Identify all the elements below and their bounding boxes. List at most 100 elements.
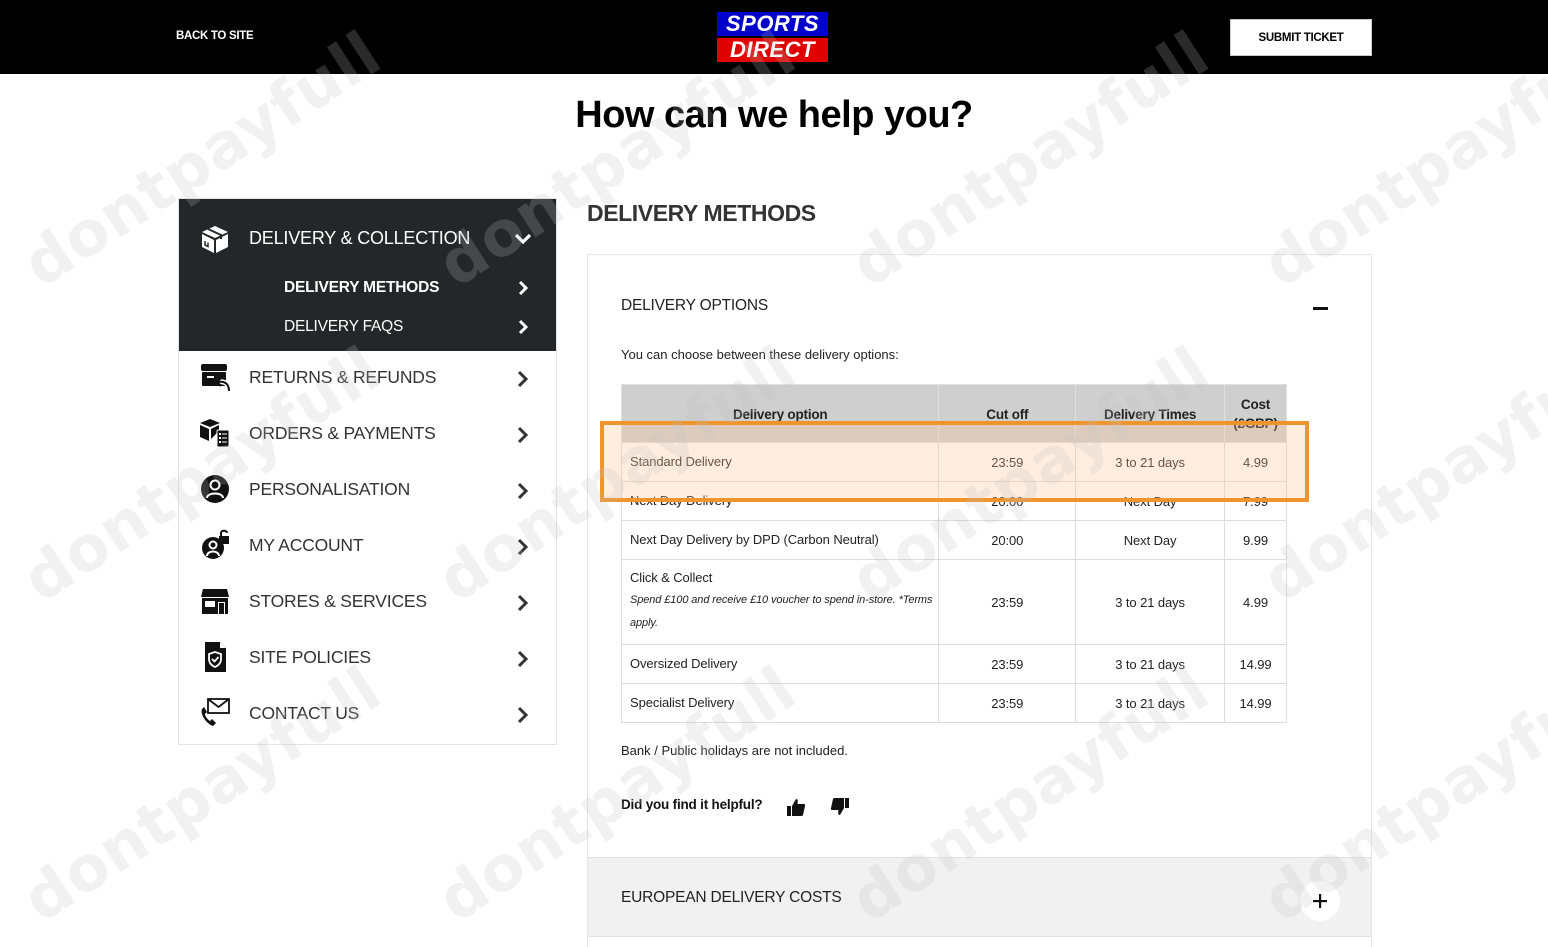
header-cost: Cost (£GBP) [1224,384,1287,443]
sports-direct-logo[interactable]: SPORTS DIRECT [717,12,828,62]
sidebar-item-my-account[interactable]: MY ACCOUNT [179,519,556,571]
cell-cost: 4.99 [1224,559,1287,645]
sidebar-item-site-policies[interactable]: SITE POLICIES [179,631,556,683]
table-row: Standard Delivery 23:59 3 to 21 days 4.99 [620,442,1287,482]
sidebar-subitem-label: DELIVERY METHODS [284,279,440,296]
cell-delivery-times: 3 to 21 days [1075,559,1225,645]
option-note: Spend £100 and receive £10 voucher to sp… [630,594,933,629]
cell-cut-off: 20:00 [938,481,1077,521]
sidebar-item-label: PERSONALISATION [249,479,411,499]
option-name: Click & Collect [630,570,713,585]
cell-delivery-times: Next Day [1075,481,1225,521]
cell-delivery-option: Click & Collect Spend £100 and receive £1… [620,559,940,645]
sidebar-item-delivery-collection[interactable]: DELIVERY & COLLECTION [179,217,556,261]
cell-delivery-option: Standard Delivery [620,442,940,482]
bank-holiday-note: Bank / Public holidays are not included. [621,743,848,758]
sidebar-item-returns-refunds[interactable]: RETURNS & REFUNDS [179,351,556,403]
sidebar-subitem-delivery-methods[interactable]: DELIVERY METHODS [179,271,556,305]
table-row: Specialist Delivery 23:59 3 to 21 days 14.9… [620,683,1287,723]
account-lock-icon [202,529,229,559]
chevron-right-icon [518,280,529,296]
chevron-right-icon [518,319,529,335]
chevron-right-icon [517,538,529,556]
cell-cut-off: 23:59 [938,644,1077,684]
sidebar-item-personalisation[interactable]: PERSONALISATION [179,463,556,515]
cell-delivery-option: Oversized Delivery [620,644,940,684]
logo-sports: SPORTS [717,12,828,36]
user-circle-icon [201,475,229,503]
submit-ticket-button[interactable]: SUBMIT TICKET [1230,19,1372,56]
cell-cost: 14.99 [1224,644,1287,684]
store-icon [201,589,229,614]
cell-cut-off: 23:59 [938,442,1077,482]
table-row: Click & Collect Spend £100 and receive £1… [620,559,1287,645]
table-row: Oversized Delivery 23:59 3 to 21 days 14.99 [620,644,1287,684]
cell-delivery-times: Next Day [1075,520,1225,560]
accordion-european-delivery-costs[interactable]: EUROPEAN DELIVERY COSTS [588,857,1371,937]
sidebar-item-label: RETURNS & REFUNDS [249,367,437,387]
cell-cut-off: 23:59 [938,559,1077,645]
sidebar-subitem-delivery-faqs[interactable]: DELIVERY FAQS [179,310,556,344]
sidebar-item-label: MY ACCOUNT [249,535,364,555]
option-name: Standard Delivery [630,454,732,469]
table-row: Next Day Delivery 20:00 Next Day 7.99 [620,481,1287,521]
collapse-minus-icon[interactable] [1313,307,1328,310]
header-delivery-times: Delivery Times [1075,384,1225,443]
faq-panel: DELIVERY OPTIONS You can choose between … [587,254,1372,947]
plus-icon [1313,894,1327,908]
delivery-options-table: Delivery option Cut off Delivery Times C… [620,384,1287,723]
table-header-row: Delivery option Cut off Delivery Times C… [620,384,1287,443]
accordion-delivery-options-header[interactable]: DELIVERY OPTIONS [621,297,768,315]
header-cut-off: Cut off [938,384,1077,443]
cell-cost: 9.99 [1224,520,1287,560]
sidebar-subitem-label: DELIVERY FAQS [284,318,404,335]
chevron-right-icon [517,650,529,668]
box-icon [202,226,228,253]
expand-plus-button[interactable] [1300,881,1340,921]
contact-icon [201,698,230,726]
policy-shield-icon [205,642,226,672]
option-name: Specialist Delivery [630,695,735,710]
cell-cost: 4.99 [1224,442,1287,482]
cell-delivery-times: 3 to 21 days [1075,442,1225,482]
page-title: How can we help you? [575,94,973,136]
helpful-prompt: Did you find it helpful? [621,797,763,812]
table-row: Next Day Delivery by DPD (Carbon Neutral… [620,520,1287,560]
cell-delivery-times: 3 to 21 days [1075,644,1225,684]
chevron-right-icon [517,594,529,612]
thumbs-up-icon[interactable] [786,797,806,817]
return-box-icon [201,364,231,392]
help-sidebar: DELIVERY & COLLECTION DELIVERY METHODS D… [178,198,557,745]
intro-text: You can choose between these delivery op… [621,347,899,362]
cell-delivery-times: 3 to 21 days [1075,683,1225,723]
chevron-right-icon [517,426,529,444]
accordion-title: EUROPEAN DELIVERY COSTS [621,889,842,906]
back-to-site-link[interactable]: BACK TO SITE [176,30,254,42]
header-delivery-option: Delivery option [620,384,940,443]
sidebar-item-label: STORES & SERVICES [249,591,427,611]
cell-delivery-option: Next Day Delivery [620,481,940,521]
chevron-right-icon [517,706,529,724]
cell-cost: 14.99 [1224,683,1287,723]
orders-icon [200,419,230,448]
sidebar-item-label: SITE POLICIES [249,647,371,667]
sidebar-item-contact-us[interactable]: CONTACT US [179,687,556,739]
sidebar-item-label: ORDERS & PAYMENTS [249,423,436,443]
sidebar-section-delivery: DELIVERY & COLLECTION DELIVERY METHODS D… [179,199,556,351]
chevron-right-icon [517,370,529,388]
option-name: Next Day Delivery by DPD (Carbon Neutral… [630,532,879,547]
cell-cut-off: 23:59 [938,683,1077,723]
chevron-down-icon [514,233,532,245]
sidebar-item-label: DELIVERY & COLLECTION [249,228,471,248]
logo-direct: DIRECT [717,38,828,62]
option-name: Oversized Delivery [630,656,738,671]
sidebar-item-stores-services[interactable]: STORES & SERVICES [179,575,556,627]
cell-delivery-option: Next Day Delivery by DPD (Carbon Neutral… [620,520,940,560]
thumbs-down-icon[interactable] [830,797,850,817]
sidebar-item-orders-payments[interactable]: ORDERS & PAYMENTS [179,407,556,459]
top-bar: BACK TO SITE SPORTS DIRECT SUBMIT TICKET [0,0,1548,74]
cell-delivery-option: Specialist Delivery [620,683,940,723]
chevron-right-icon [517,482,529,500]
sidebar-item-label: CONTACT US [249,703,360,723]
cell-cost: 7.99 [1224,481,1287,521]
